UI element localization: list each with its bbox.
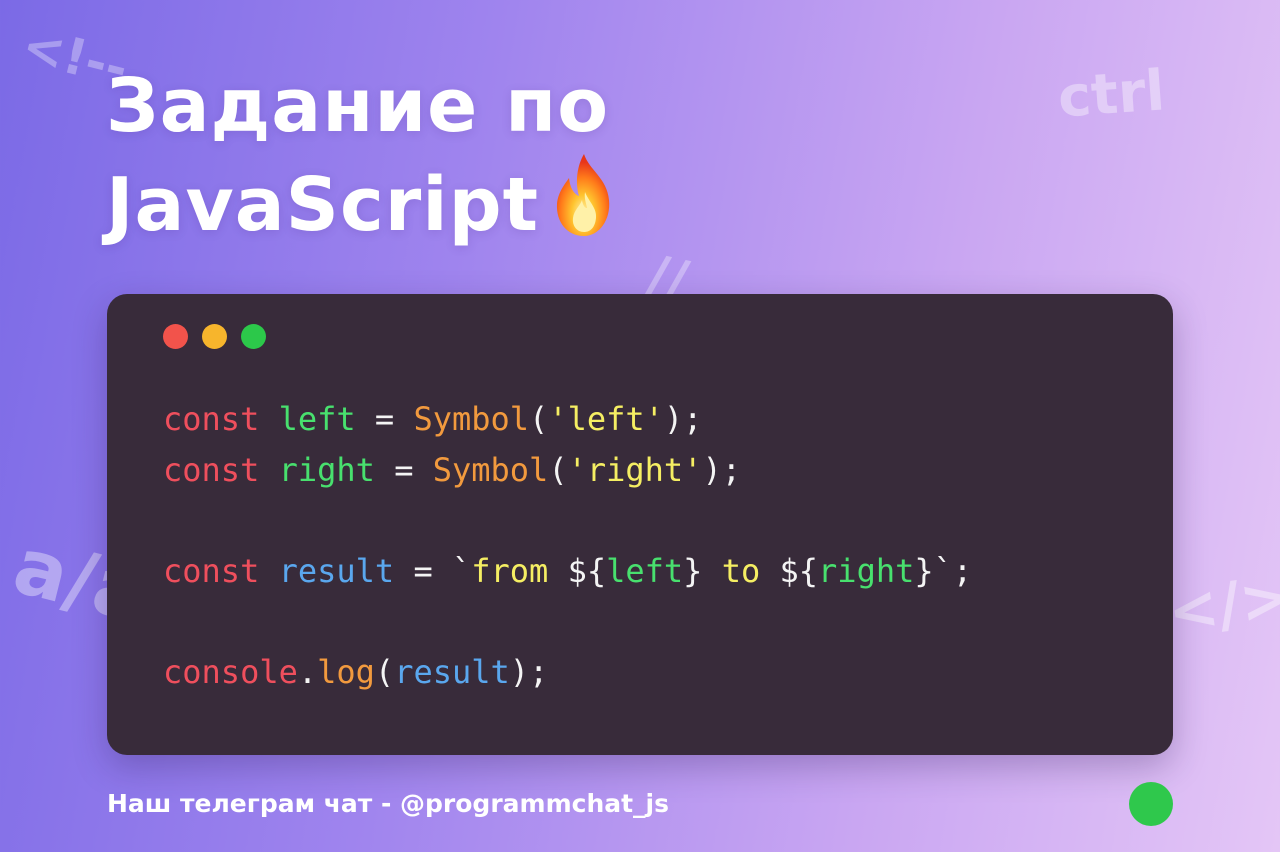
operator: = [394,450,414,489]
punctuation: ); [509,652,549,691]
interpolation-open: ${ [779,551,819,590]
string-literal: 'right' [567,450,703,489]
object-name: console [163,652,298,691]
punctuation: ( [548,450,568,489]
function-name: Symbol [413,400,530,438]
operator: = [413,551,433,590]
interpolated-var: left [606,551,684,590]
identifier: right [278,450,375,489]
code-window: const left = Symbol('left'); const right … [107,294,1173,755]
code-block: const left = Symbol('left'); const right … [163,394,972,697]
maximize-dot-icon [241,324,266,349]
identifier: result [278,551,395,590]
code-line-2: const right = Symbol('right'); [163,445,972,496]
code-line-3: const result = `from ${left} to ${right}… [163,546,972,597]
identifier: left [278,400,356,438]
title-line-2-text: JavaScript [106,162,540,248]
string-literal: 'left' [548,400,664,438]
status-dot-icon [1129,782,1173,826]
identifier: result [394,652,510,691]
interpolation-close: } [914,551,934,590]
keyword: const [163,551,260,590]
operator: = [374,400,395,438]
minimize-dot-icon [202,324,227,349]
template-text: from [471,551,549,590]
code-line-4: console.log(result); [163,647,972,698]
template-text: to [721,551,761,590]
punctuation: ); [702,450,741,489]
method-name: log [317,652,375,691]
punctuation: ( [374,652,395,691]
punctuation: ); [663,400,703,438]
interpolation-open: ${ [567,551,607,590]
keyword: const [163,450,260,489]
interpolation-close: } [683,551,703,590]
punctuation: ( [529,400,549,438]
title-line-2: JavaScript [106,152,619,251]
template-tick: ` [451,551,472,590]
window-controls [163,324,266,349]
function-name: Symbol [432,450,549,489]
title-line-1: Задание по [106,63,610,149]
page-title: Задание по JavaScript [106,60,619,251]
bg-ctrl-glyph: ctrl [1055,58,1167,131]
code-line-1: const left = Symbol('left'); [163,394,972,445]
bg-close-tag-glyph: </> [1163,561,1280,649]
close-dot-icon [163,324,188,349]
fire-icon [556,154,610,236]
template-tick: `; [933,551,973,590]
telegram-chat-link[interactable]: Наш телеграм чат - @programmchat_js [107,786,669,822]
interpolated-var: right [818,551,915,590]
punctuation: . [297,652,318,691]
keyword: const [163,400,260,438]
